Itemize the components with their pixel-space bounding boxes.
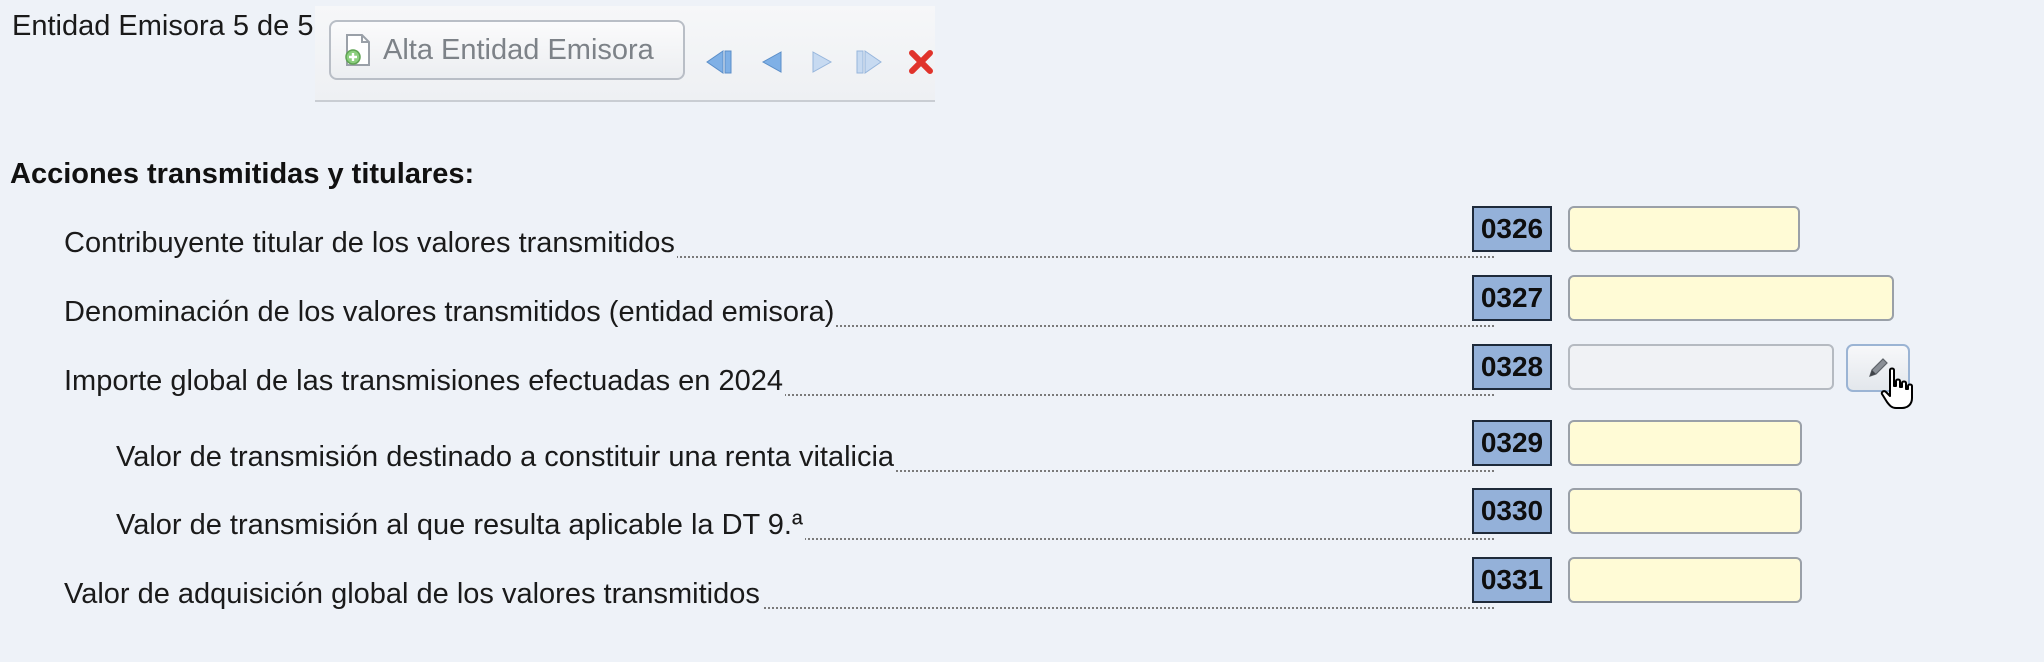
row-label-leader: Denominación de los valores transmitidos… [64,275,1494,329]
row-label: Importe global de las transmisiones efec… [64,364,785,398]
box-code-0331: 0331 [1472,557,1552,603]
pencil-icon [1864,354,1892,382]
field-0331[interactable] [1568,557,1802,603]
section-title: Acciones transmitidas y titulares: [10,158,475,190]
form-row-0329: Valor de transmisión destinado a constit… [0,420,2044,474]
field-0329[interactable] [1568,420,1802,466]
row-label-leader: Importe global de las transmisiones efec… [64,344,1494,398]
row-label: Contribuyente titular de los valores tra… [64,226,677,260]
box-code-0330: 0330 [1472,488,1552,534]
row-label-leader: Valor de transmisión destinado a constit… [116,420,1494,474]
box-code-0328: 0328 [1472,344,1552,390]
box-code-0329: 0329 [1472,420,1552,466]
field-0330[interactable] [1568,488,1802,534]
add-entity-button-label: Alta Entidad Emisora [383,33,654,66]
form-row-0331: Valor de adquisición global de los valor… [0,557,2044,611]
row-label-leader: Valor de transmisión al que resulta apli… [116,488,1494,542]
row-label: Denominación de los valores transmitidos… [64,295,837,329]
row-label: Valor de adquisición global de los valor… [64,577,762,611]
row-label-leader: Valor de adquisición global de los valor… [64,557,1494,611]
box-code-0327: 0327 [1472,275,1552,321]
add-document-icon [343,33,373,67]
edit-button[interactable] [1846,344,1910,392]
field-0328[interactable] [1568,344,1834,390]
form-row-0326: Contribuyente titular de los valores tra… [0,206,2044,260]
row-label: Valor de transmisión al que resulta apli… [116,508,805,542]
previous-record-icon[interactable] [753,42,793,82]
first-record-icon[interactable] [701,42,741,82]
last-record-icon[interactable] [849,42,889,82]
row-label: Valor de transmisión destinado a constit… [116,440,897,474]
field-0326[interactable] [1568,206,1800,252]
form-page: Entidad Emisora 5 de 5 Alta Entidad Emis… [0,0,2044,662]
next-record-icon[interactable] [801,42,841,82]
box-code-0326: 0326 [1472,206,1552,252]
row-label-leader: Contribuyente titular de los valores tra… [64,206,1494,260]
form-row-0328: Importe global de las transmisiones efec… [0,344,2044,398]
add-entity-button[interactable]: Alta Entidad Emisora [329,20,685,80]
field-0327[interactable] [1568,275,1894,321]
form-row-0330: Valor de transmisión al que resulta apli… [0,488,2044,542]
entity-counter: Entidad Emisora 5 de 5 [12,10,314,42]
delete-icon[interactable] [901,42,941,82]
form-row-0327: Denominación de los valores transmitidos… [0,275,2044,329]
record-toolbar: Alta Entidad Emisora [315,6,935,102]
